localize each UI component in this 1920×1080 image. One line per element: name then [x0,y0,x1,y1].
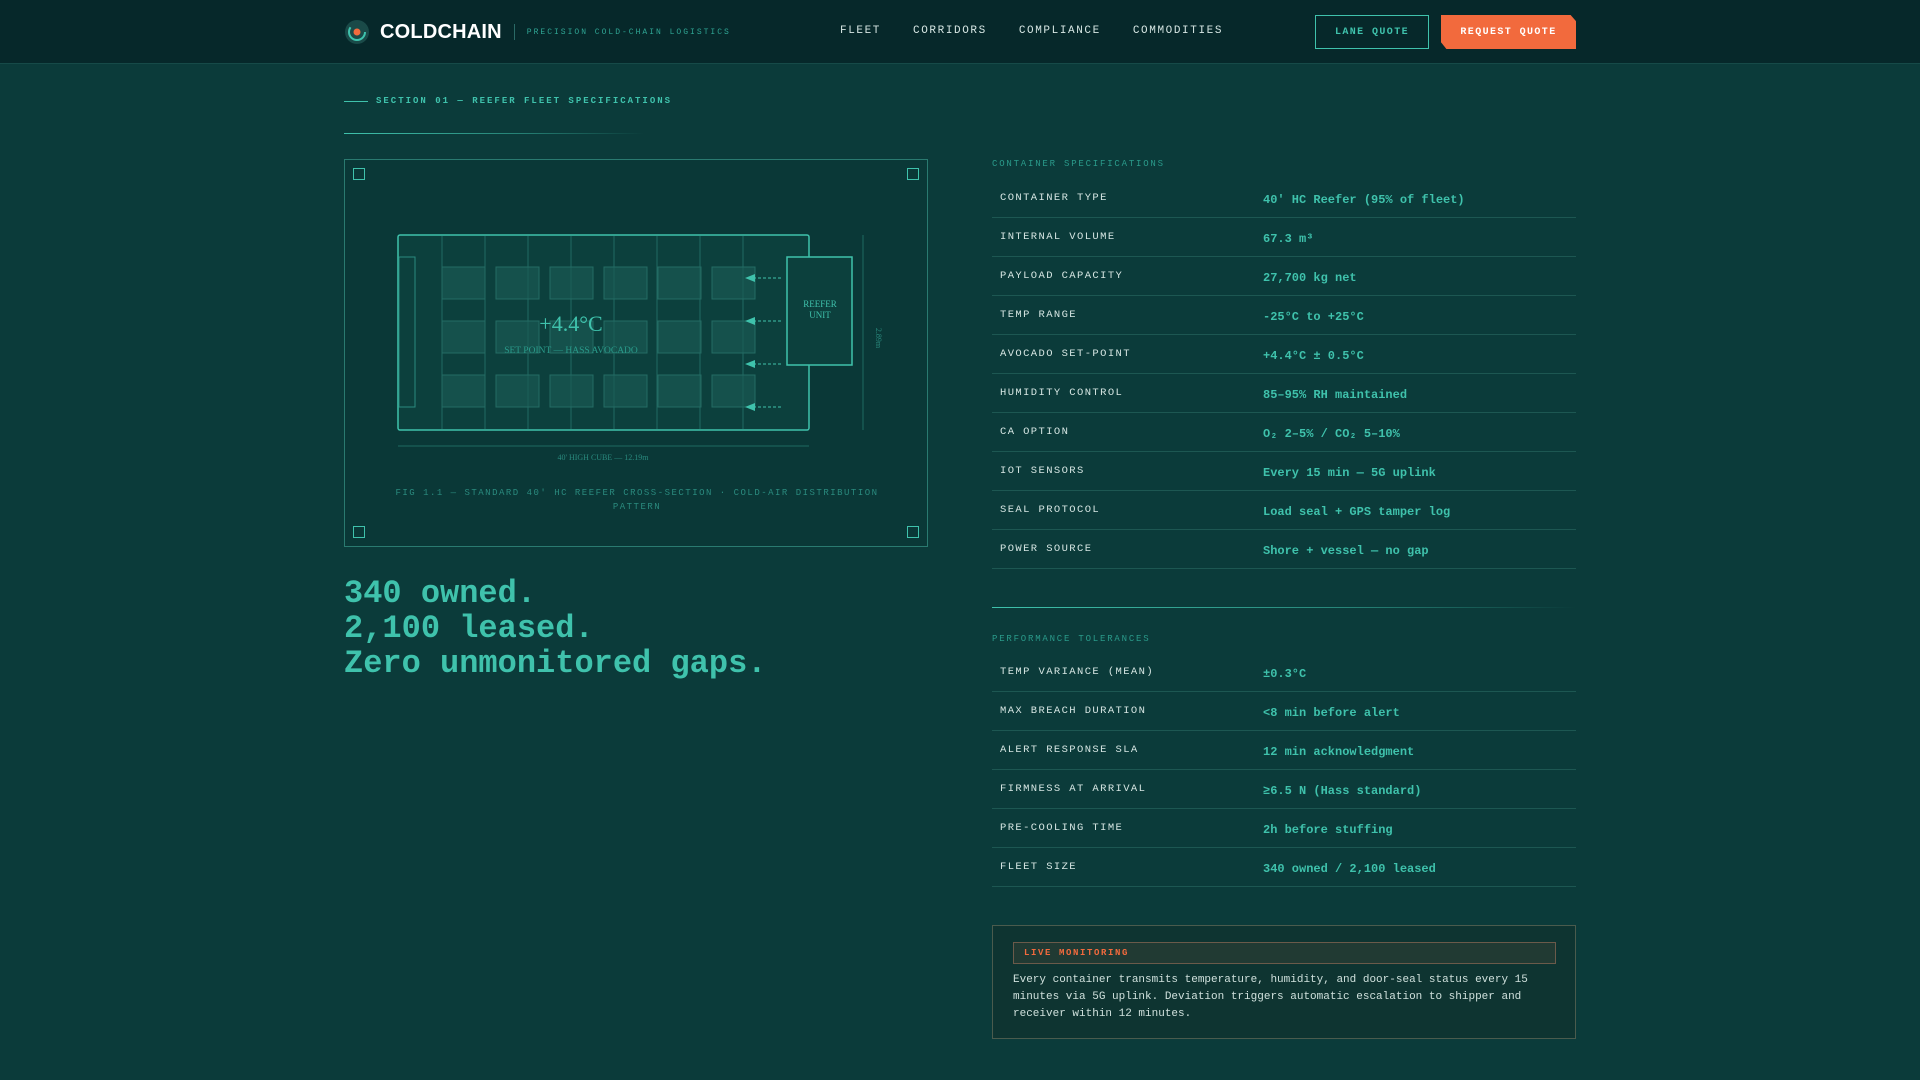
spec-key: SEAL PROTOCOL [1000,504,1101,516]
spec-key: IOT SENSORS [1000,465,1085,477]
section-dash [344,100,368,102]
section-title: SECTION 01 — REEFER FLEET SPECIFICATIONS [376,96,673,106]
nav-fleet[interactable]: FLEET [840,25,881,37]
corner-marker [353,526,365,538]
spec-key: TEMP VARIANCE (MEAN) [1000,666,1155,678]
spec-row: CA OPTION O₂ 2–5% / CO₂ 5–10% [992,413,1576,452]
nav-corridors[interactable]: CORRIDORS [913,25,987,37]
specs-divider [992,607,1576,608]
performance-tolerances: PERFORMANCE TOLERANCES TEMP VARIANCE (ME… [992,634,1576,887]
reefer-cross-section: REEFER UNIT +4.4°C SET POINT — HASS AVOC… [397,234,883,462]
section-label: SECTION 01 — REEFER FLEET SPECIFICATIONS [344,96,672,106]
top-navbar: COLDCHAIN PRECISION COLD-CHAIN LOGISTICS… [0,0,1920,64]
temperature-readout: +4.4°C [539,311,602,336]
brand-name: COLDCHAIN [380,20,502,43]
spec-row: INTERNAL VOLUME 67.3 m³ [992,218,1576,257]
coldchain-logo-icon [345,20,369,44]
spec-key: ALERT RESPONSE SLA [1000,744,1139,756]
spec-row: FLEET SIZE 340 owned / 2,100 leased [992,848,1576,887]
corner-marker [907,526,919,538]
spec-value: Shore + vessel — no gap [1263,544,1429,558]
spec-row: AVOCADO SET-POINT +4.4°C ± 0.5°C [992,335,1576,374]
spec-value: ±0.3°C [1263,667,1307,681]
figure-caption: FIG 1.1 — STANDARD 40' HC REEFER CROSS-S… [395,488,879,512]
spec-value: -25°C to +25°C [1263,310,1364,324]
spec-key: PRE-COOLING TIME [1000,822,1124,834]
spec-row: SEAL PROTOCOL Load seal + GPS tamper log [992,491,1576,530]
height-label: 2.89m [874,328,883,349]
spec-value: 2h before stuffing [1263,823,1393,837]
nav-commodities[interactable]: COMMODITIES [1133,25,1223,37]
spec-row: FIRMNESS AT ARRIVAL ≥6.5 N (Hass standard… [992,770,1576,809]
spec-row: TEMP VARIANCE (MEAN) ±0.3°C [992,653,1576,692]
nav-compliance[interactable]: COMPLIANCE [1019,25,1101,37]
spec-key: CONTAINER TYPE [1000,192,1108,204]
lane-quote-button[interactable]: LANE QUOTE [1315,15,1429,49]
spec-value: <8 min before alert [1263,706,1400,720]
brand[interactable]: COLDCHAIN PRECISION COLD-CHAIN LOGISTICS [344,19,731,45]
spec-row: TEMP RANGE -25°C to +25°C [992,296,1576,335]
spec-key: FIRMNESS AT ARRIVAL [1000,783,1147,795]
spec-value: Load seal + GPS tamper log [1263,505,1451,519]
reefer-diagram: REEFER UNIT +4.4°C SET POINT — HASS AVOC… [344,159,928,547]
spec-row: MAX BREACH DURATION <8 min before alert [992,692,1576,731]
set-point-label: SET POINT — HASS AVOCADO [504,346,638,356]
reefer-unit-label-2: UNIT [809,310,831,320]
spec-key: HUMIDITY CONTROL [1000,387,1124,399]
fleet-headline: 340 owned. 2,100 leased. Zero unmonitore… [344,576,766,681]
performance-title: PERFORMANCE TOLERANCES [992,634,1151,644]
spec-row: HUMIDITY CONTROL 85–95% RH maintained [992,374,1576,413]
spec-value: 40' HC Reefer (95% of fleet) [1263,193,1465,207]
spec-value: 27,700 kg net [1263,271,1357,285]
headline-line-2: 2,100 leased. [344,610,594,647]
brand-tagline: PRECISION COLD-CHAIN LOGISTICS [526,27,731,37]
spec-key: MAX BREACH DURATION [1000,705,1147,717]
spec-row: CONTAINER TYPE 40' HC Reefer (95% of flee… [992,179,1576,218]
spec-row: IOT SENSORS Every 15 min — 5G uplink [992,452,1576,491]
length-label: 40' HIGH CUBE — 12.19m [558,453,650,462]
spec-key: PAYLOAD CAPACITY [1000,270,1124,282]
headline-line-3: Zero unmonitored gaps. [344,645,767,682]
spec-row: PRE-COOLING TIME 2h before stuffing [992,809,1576,848]
spec-row: POWER SOURCE Shore + vessel — no gap [992,530,1576,569]
spec-value: 12 min acknowledgment [1263,745,1415,759]
spec-value: Every 15 min — 5G uplink [1263,466,1436,480]
spec-row: PAYLOAD CAPACITY 27,700 kg net [992,257,1576,296]
headline-line-1: 340 owned. [344,575,537,612]
spec-key: CA OPTION [1000,426,1070,438]
spec-key: TEMP RANGE [1000,309,1078,321]
spec-key: FLEET SIZE [1000,861,1078,873]
brand-divider [513,24,515,40]
live-monitoring-badge: LIVE MONITORING [1013,942,1556,964]
live-monitoring-text: Every container transmits temperature, h… [1013,974,1528,1020]
spec-value: +4.4°C ± 0.5°C [1263,349,1364,363]
spec-key: POWER SOURCE [1000,543,1093,555]
section-rule [344,133,644,134]
spec-key: AVOCADO SET-POINT [1000,348,1131,360]
live-monitoring-callout: LIVE MONITORING Every container transmit… [992,925,1576,1039]
spec-value: O₂ 2–5% / CO₂ 5–10% [1263,427,1400,441]
spec-value: ≥6.5 N (Hass standard) [1263,784,1422,798]
main-nav: FLEET CORRIDORS COMPLIANCE COMMODITIES [840,25,1223,37]
spec-row: ALERT RESPONSE SLA 12 min acknowledgment [992,731,1576,770]
container-specs: CONTAINER SPECIFICATIONS CONTAINER TYPE 4… [992,159,1576,569]
reefer-unit-label-1: REEFER [803,299,837,309]
request-quote-button[interactable]: REQUEST QUOTE [1441,15,1576,49]
spec-value: 67.3 m³ [1263,232,1314,246]
container-specs-title: CONTAINER SPECIFICATIONS [992,159,1165,169]
spec-value: 340 owned / 2,100 leased [1263,862,1436,876]
spec-key: INTERNAL VOLUME [1000,231,1116,243]
spec-value: 85–95% RH maintained [1263,388,1408,402]
